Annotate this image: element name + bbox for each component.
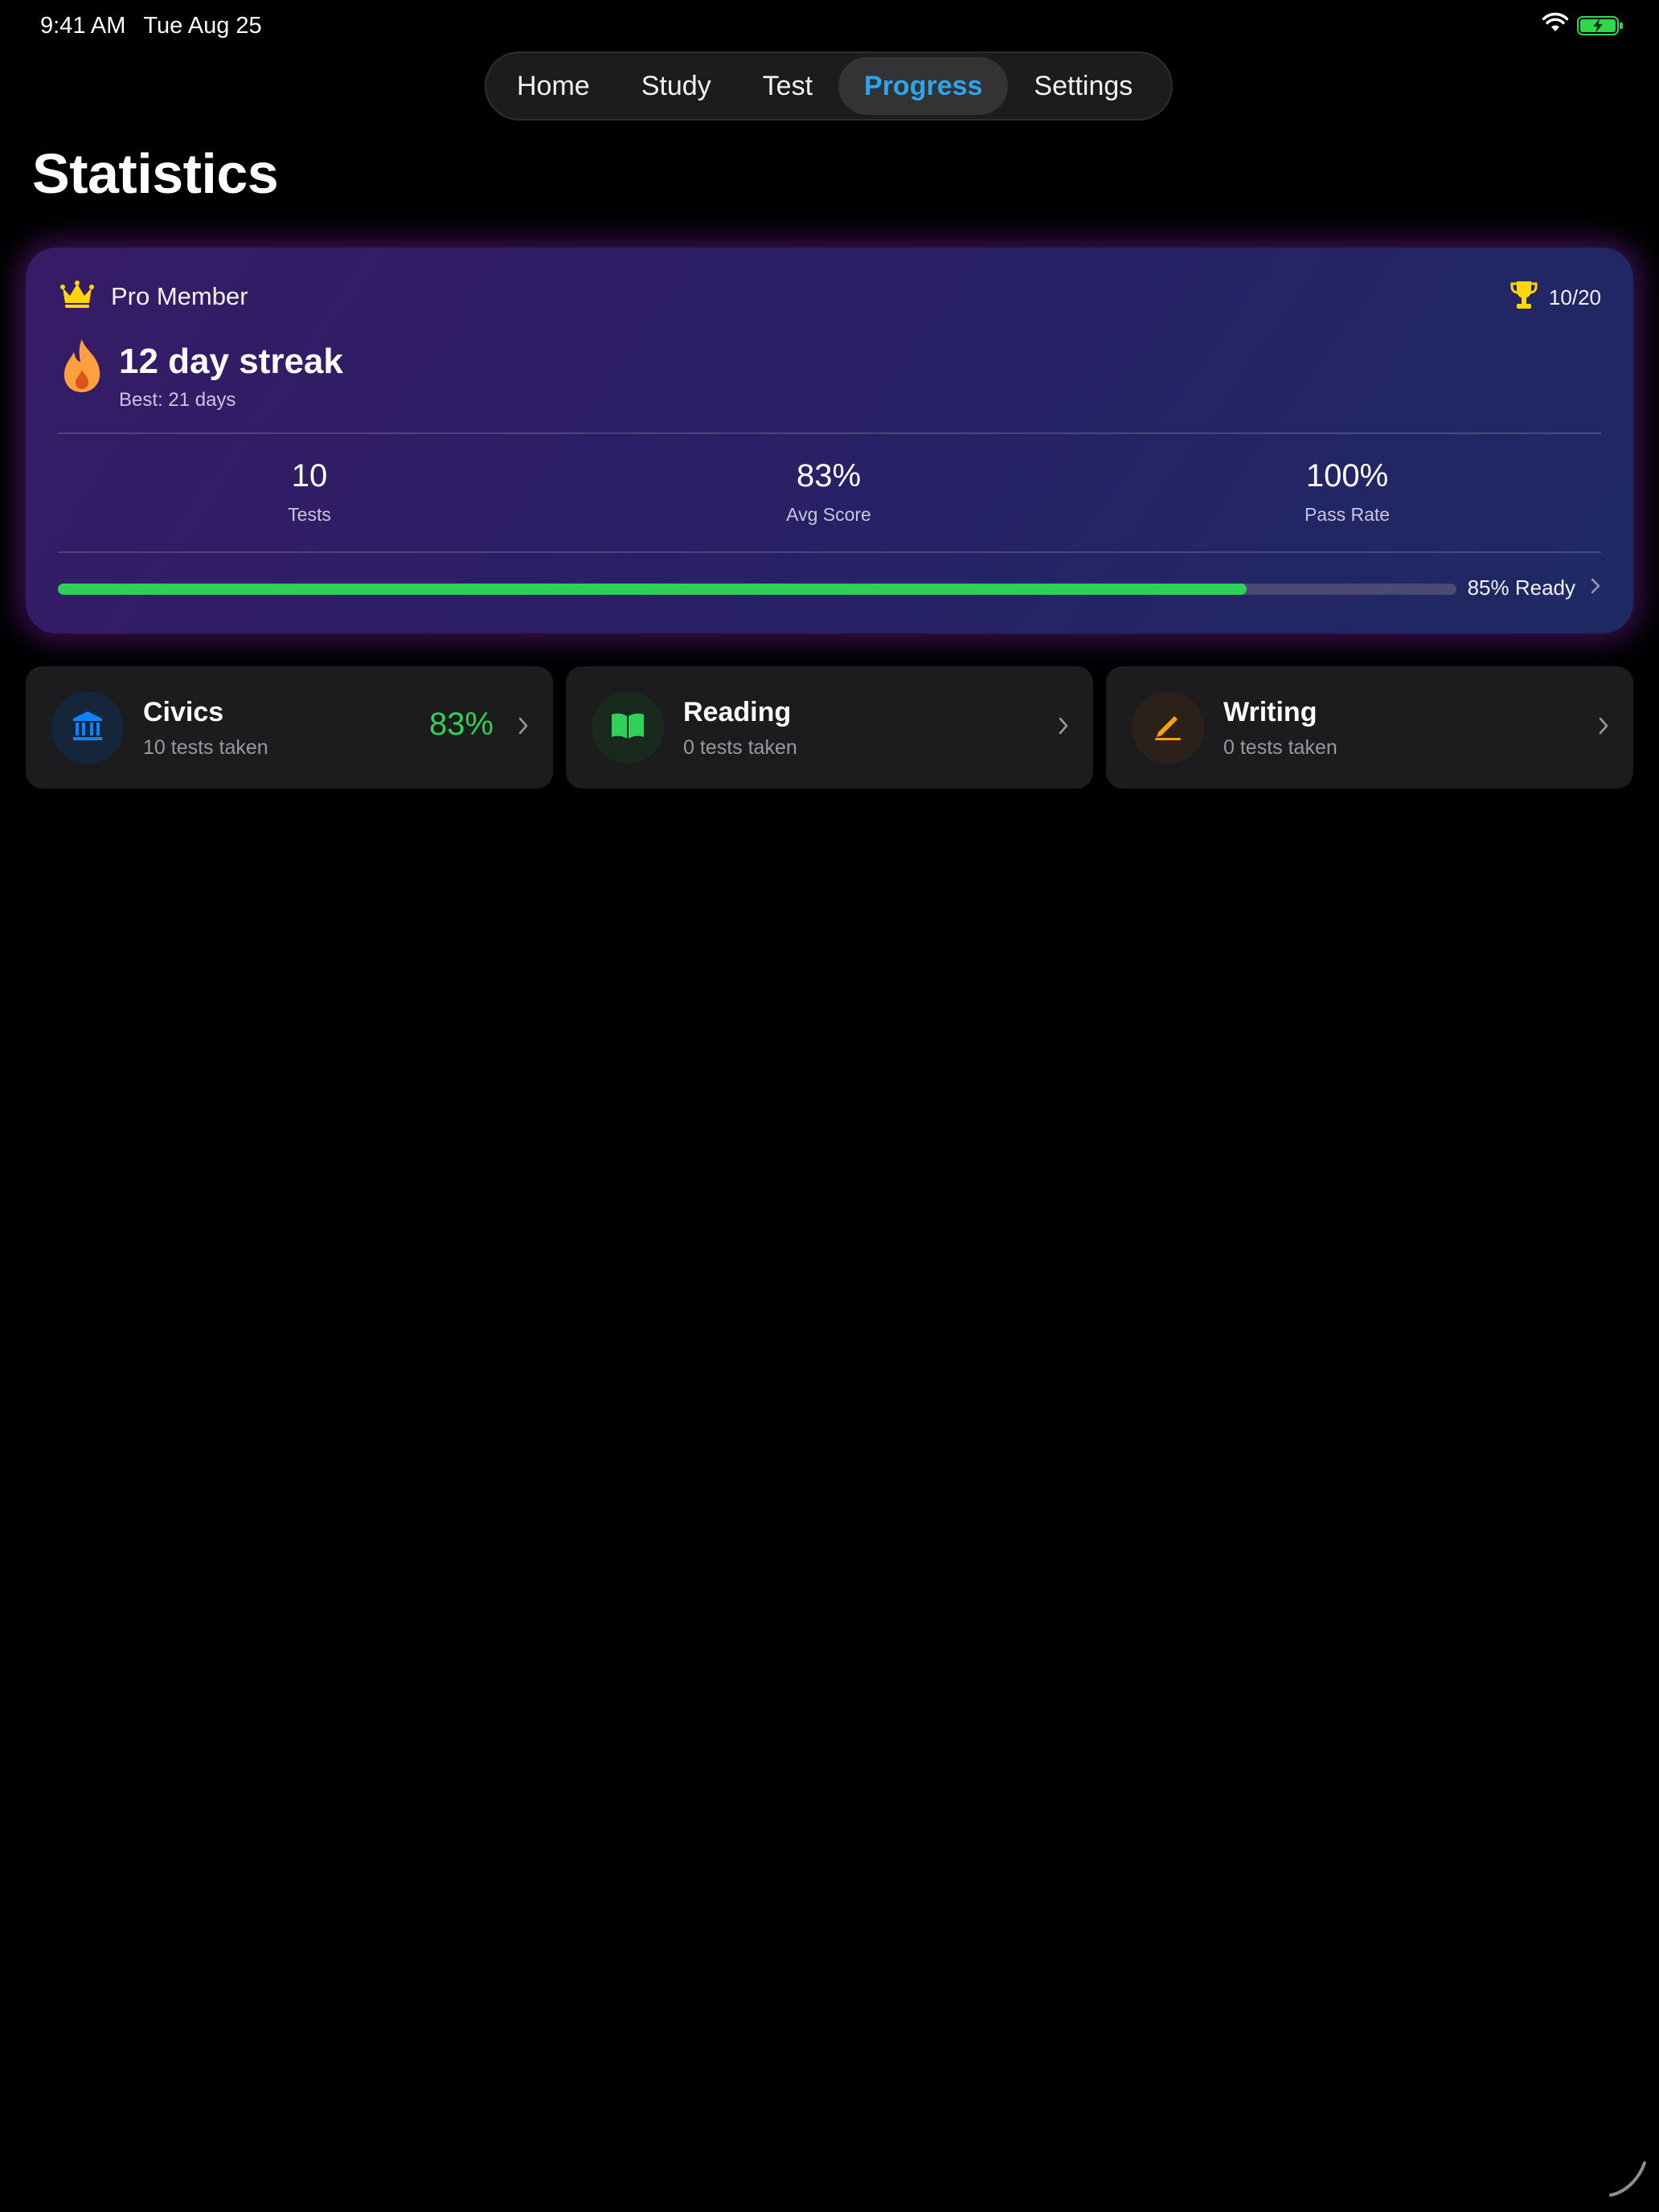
civics-icon-badge <box>51 691 124 764</box>
chevron-right-icon <box>1590 577 1601 599</box>
streak-title: 12 day streak <box>119 342 343 381</box>
bank-icon <box>72 710 104 746</box>
category-title: Reading <box>683 697 792 727</box>
category-subtitle: 0 tests taken <box>683 736 797 759</box>
category-card-writing[interactable]: Writing 0 tests taken <box>1106 666 1633 789</box>
category-score: 83% <box>428 707 494 742</box>
readiness-progress-fill <box>58 584 1247 595</box>
wifi-icon <box>1542 12 1569 39</box>
chevron-right-icon <box>1058 716 1069 739</box>
category-card-reading[interactable]: Reading 0 tests taken <box>566 666 1093 789</box>
metric-value: 100% <box>1305 458 1389 494</box>
tab-study[interactable]: Study <box>616 57 737 115</box>
stats-summary-card: Pro Member 10/20 12 day streak Best: 21 … <box>26 248 1633 633</box>
book-icon <box>610 711 645 744</box>
chevron-right-icon <box>518 716 529 739</box>
membership-label: Pro Member <box>111 281 248 310</box>
status-date: Tue Aug 25 <box>143 12 262 39</box>
category-title: Writing <box>1223 697 1317 727</box>
status-time: 9:41 AM <box>40 12 126 39</box>
readiness-link[interactable]: 85% Ready <box>1468 576 1601 600</box>
tab-progress[interactable]: Progress <box>838 57 1009 115</box>
battery-charging-icon <box>1577 16 1623 35</box>
trophy-count-label: 10/20 <box>1548 285 1601 309</box>
metric-caption: Avg Score <box>786 504 871 525</box>
page-title: Statistics <box>32 142 279 205</box>
trophy-count: 10/20 <box>1510 280 1601 316</box>
metric-value: 10 <box>291 458 328 494</box>
readiness-label: 85% Ready <box>1467 576 1575 600</box>
tab-test[interactable]: Test <box>737 57 838 115</box>
chevron-right-icon <box>1598 716 1609 739</box>
crown-icon <box>59 280 95 313</box>
top-tab-bar: Home Study Test Progress Settings <box>485 51 1173 121</box>
streak-best: Best: 21 days <box>119 389 236 412</box>
category-subtitle: 0 tests taken <box>1223 736 1337 759</box>
trophy-icon <box>1510 280 1538 316</box>
writing-icon-badge <box>1132 691 1204 764</box>
metric-value: 83% <box>796 458 862 494</box>
readiness-progress-bar <box>58 584 1456 595</box>
metric-avg-score: 83% Avg Score <box>708 458 949 526</box>
divider <box>58 551 1601 553</box>
membership-row: Pro Member <box>59 280 248 313</box>
metric-tests: 10 Tests <box>189 458 430 526</box>
reading-icon-badge <box>592 691 664 764</box>
streak-row: 12 day streak Best: 21 days <box>59 338 343 412</box>
category-card-civics[interactable]: Civics 10 tests taken 83% <box>26 666 553 789</box>
tab-home[interactable]: Home <box>491 57 616 115</box>
pencil-icon <box>1152 710 1184 746</box>
metric-caption: Pass Rate <box>1304 504 1391 525</box>
category-subtitle: 10 tests taken <box>143 736 268 759</box>
tab-settings[interactable]: Settings <box>1008 57 1158 115</box>
metric-pass-rate: 100% Pass Rate <box>1227 458 1468 526</box>
metric-caption: Tests <box>288 504 331 525</box>
divider <box>58 432 1601 434</box>
status-bar: 9:41 AM Tue Aug 25 <box>40 11 1623 40</box>
category-title: Civics <box>143 697 224 727</box>
flame-icon <box>59 338 104 398</box>
resize-handle-icon <box>1606 2155 1651 2204</box>
statistics-screen: 9:41 AM Tue Aug 25 Home Study Test Progr… <box>0 0 1659 2212</box>
